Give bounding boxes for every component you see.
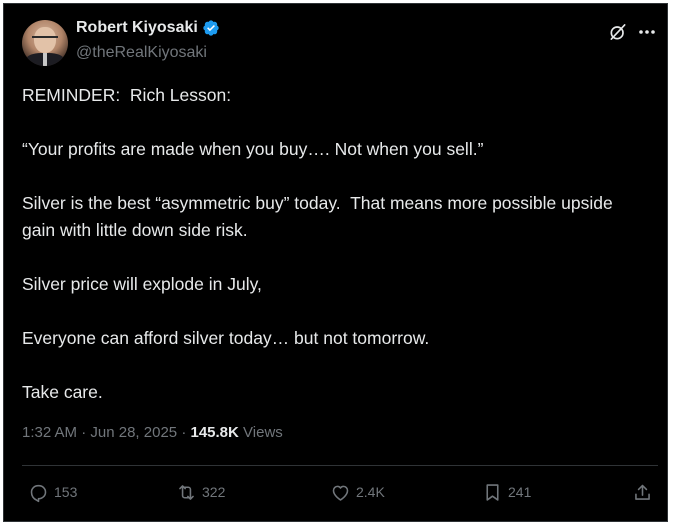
views-label: Views <box>243 424 283 441</box>
bookmark-count: 241 <box>508 484 532 500</box>
views-count[interactable]: 145.8K <box>190 424 238 441</box>
tweet-text: REMINDER: Rich Lesson: “Your profits are… <box>22 82 642 433</box>
more-options-icon[interactable] <box>638 29 656 35</box>
like-button[interactable]: 2.4K <box>330 481 385 503</box>
avatar-tie <box>43 53 47 66</box>
repost-button[interactable]: 322 <box>176 481 225 503</box>
share-button[interactable] <box>632 481 658 503</box>
tweet-date[interactable]: Jun 28, 2025 <box>90 424 177 441</box>
tweet-paragraph: Silver price will explode in July, <box>22 274 262 294</box>
author-handle[interactable]: @theRealKiyosaki <box>76 44 207 62</box>
share-icon <box>635 484 650 500</box>
meta-separator: · <box>181 424 187 441</box>
repost-count: 322 <box>202 484 226 500</box>
bookmark-icon <box>486 483 499 501</box>
reply-count: 153 <box>54 484 78 500</box>
tweet-paragraph: Take care. <box>22 382 103 402</box>
avatar-glasses <box>32 36 58 44</box>
author-name-row: Robert Kiyosaki <box>76 19 220 37</box>
tweet-time[interactable]: 1:32 AM <box>22 424 77 441</box>
verified-badge-icon <box>203 20 219 36</box>
divider <box>22 465 658 466</box>
bookmark-button[interactable]: 241 <box>482 481 531 503</box>
grok-icon[interactable] <box>608 22 628 42</box>
like-count: 2.4K <box>356 484 385 500</box>
tweet-meta: 1:32 AM · Jun 28, 2025 · 145.8K Views <box>22 424 283 441</box>
avatar[interactable] <box>22 20 68 66</box>
tweet-paragraph: Silver is the best “asymmetric buy” toda… <box>22 193 618 240</box>
tweet-paragraph: “Your profits are made when you buy…. No… <box>22 139 484 159</box>
author-display-name[interactable]: Robert Kiyosaki <box>76 19 198 37</box>
reply-icon <box>30 484 47 502</box>
reply-button[interactable]: 153 <box>28 481 77 503</box>
tweet-card: Robert Kiyosaki @theRealKiyosaki REMINDE… <box>3 3 668 522</box>
tweet-paragraph: Everyone can afford silver today… but no… <box>22 328 430 348</box>
repost-icon <box>179 484 194 500</box>
meta-separator: · <box>81 424 87 441</box>
tweet-paragraph: REMINDER: Rich Lesson: <box>22 85 232 105</box>
heart-icon <box>332 485 349 501</box>
